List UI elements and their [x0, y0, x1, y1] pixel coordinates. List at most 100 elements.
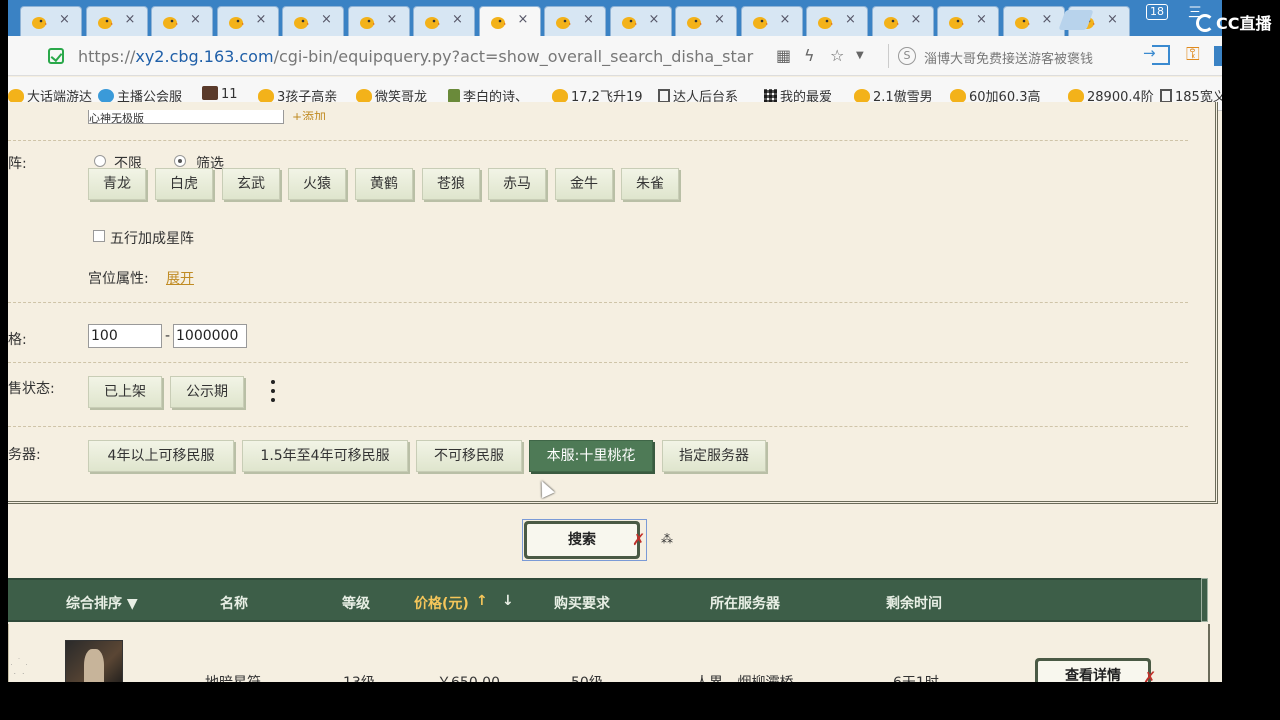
browser-tab[interactable]: ×	[216, 6, 279, 36]
star-button-canglang[interactable]: 苍狼	[422, 168, 480, 200]
close-x-icon: ✗	[1143, 668, 1157, 682]
star-icon[interactable]: ☆	[830, 46, 844, 65]
lightning-icon[interactable]: ϟ	[804, 46, 815, 65]
tab-close-icon[interactable]: ×	[256, 12, 267, 27]
url-scheme: https://	[78, 47, 136, 66]
tab-close-icon[interactable]: ×	[387, 12, 398, 27]
tab-close-icon[interactable]: ×	[321, 12, 332, 27]
star-button-chima[interactable]: 赤马	[488, 168, 546, 200]
browser-tab[interactable]: ×	[937, 6, 999, 36]
radio-filter[interactable]	[174, 155, 186, 167]
browser-tab[interactable]: ×	[478, 6, 541, 37]
status-button-preview[interactable]: 公示期	[170, 376, 244, 408]
tab-close-icon[interactable]: ×	[190, 12, 201, 27]
wuxing-checkbox[interactable]	[93, 230, 105, 242]
search-button[interactable]: 搜索	[524, 521, 640, 559]
browser-tab[interactable]: ×	[1002, 6, 1065, 36]
palace-expand-link[interactable]: 展开	[166, 268, 194, 288]
chick-favicon-icon	[424, 14, 440, 30]
browser-tab[interactable]: ×	[413, 6, 475, 36]
chevron-down-icon[interactable]: ▼	[856, 50, 864, 61]
login-icon[interactable]	[1143, 44, 1170, 65]
tab-close-icon[interactable]: ×	[583, 12, 594, 27]
browser-tab[interactable]: ×	[544, 6, 606, 36]
tab-close-icon[interactable]: ×	[59, 12, 70, 27]
close-x-icon: ✗	[632, 530, 646, 549]
browser-tab[interactable]: ×	[347, 6, 410, 36]
item-thumbnail[interactable]	[65, 640, 123, 682]
server-button-no-migrate[interactable]: 不可移民服	[416, 440, 522, 472]
chick-favicon-icon	[883, 14, 899, 30]
browser-tab[interactable]: ×	[806, 6, 868, 36]
top-add-link[interactable]: +添加	[292, 108, 326, 120]
server-button-1-5-to-4years[interactable]: 1.5年至4年可移民服	[242, 440, 408, 472]
secure-shield-icon	[48, 48, 64, 64]
tab-close-icon[interactable]: ×	[1042, 12, 1053, 27]
tab-close-icon[interactable]: ×	[125, 12, 136, 27]
address-bar: https://xy2.cbg.163.com/cgi-bin/equipque…	[8, 36, 1222, 76]
tab-close-icon[interactable]: ×	[518, 12, 529, 27]
price-range-dash: -	[165, 328, 171, 344]
star-button-jinniu[interactable]: 金牛	[555, 168, 613, 200]
row-name[interactable]: 地暗星符	[205, 672, 261, 682]
tab-close-icon[interactable]: ×	[714, 12, 725, 27]
server-button-specified[interactable]: 指定服务器	[662, 440, 766, 472]
chick-favicon-icon	[359, 14, 375, 30]
header-sort[interactable]: 综合排序 ▼	[66, 593, 138, 613]
price-min-input[interactable]: 100	[88, 324, 162, 348]
favorite-star-icon[interactable]	[11, 658, 27, 674]
star-button-baihu[interactable]: 白虎	[155, 168, 213, 200]
browser-tab[interactable]: ×	[151, 6, 213, 36]
cc-ring-icon	[1196, 14, 1214, 32]
search-input[interactable]: 淄博大哥免费接送游客被褒钱	[924, 48, 1102, 67]
header-level: 等级	[342, 596, 370, 612]
tab-close-icon[interactable]: ×	[1107, 12, 1118, 27]
bookmark-page-icon	[658, 89, 670, 103]
qr-grid-icon[interactable]: ▦	[776, 46, 791, 65]
url-field[interactable]: https://xy2.cbg.163.com/cgi-bin/equipque…	[78, 47, 753, 66]
browser-tab[interactable]: ×	[85, 6, 148, 36]
status-button-listed[interactable]: 已上架	[88, 376, 162, 408]
row-price: ￥650.00	[437, 672, 500, 682]
price-sort-down-icon[interactable]: ↓	[502, 593, 514, 609]
tab-close-icon[interactable]: ×	[845, 12, 856, 27]
server-button-4years[interactable]: 4年以上可移民服	[88, 440, 234, 472]
browser-tab[interactable]: ×	[675, 6, 737, 36]
price-max-input[interactable]: 1000000	[173, 324, 247, 348]
tab-count-badge[interactable]: 18	[1146, 4, 1168, 20]
bookmark-item[interactable]: 11	[202, 86, 238, 102]
radio-unlimited[interactable]	[94, 155, 106, 167]
page-content: 心神无极版 +添加 阵: 不限 筛选 青龙 白虎 玄武 火猿 黄鹤 苍狼 赤马 …	[8, 102, 1222, 682]
header-price[interactable]: 价格(元)	[414, 593, 469, 613]
tab-close-icon[interactable]: ×	[911, 12, 922, 27]
star-button-huanghe[interactable]: 黄鹤	[355, 168, 413, 200]
browser-tab[interactable]: ×	[740, 6, 803, 36]
top-select[interactable]: 心神无极版	[88, 110, 284, 124]
view-details-button[interactable]: 查看详情	[1035, 658, 1151, 682]
key-icon[interactable]: ⚿	[1186, 44, 1200, 65]
tab-close-icon[interactable]: ×	[780, 12, 791, 27]
sogou-search-icon[interactable]: S	[898, 47, 916, 65]
browser-tab[interactable]: ×	[609, 6, 672, 36]
tab-close-icon[interactable]: ×	[452, 12, 463, 27]
star-button-huoyuan[interactable]: 火猿	[288, 168, 346, 200]
more-vertical-icon[interactable]	[270, 380, 276, 406]
bookmark-tree-icon	[448, 89, 460, 103]
browser-tab[interactable]: ×	[282, 6, 344, 36]
tab-close-icon[interactable]: ×	[976, 12, 987, 27]
price-sort-up-icon[interactable]: ↑	[476, 593, 488, 609]
url-host: xy2.cbg.163.com	[135, 47, 274, 66]
divider	[8, 140, 1188, 141]
server-button-current[interactable]: 本服:十里桃花	[529, 440, 653, 472]
chick-favicon-icon	[228, 14, 244, 30]
star-button-xuanwu[interactable]: 玄武	[222, 168, 280, 200]
browser-tab[interactable]: ×	[871, 6, 934, 36]
star-button-qinglong[interactable]: 青龙	[88, 168, 146, 200]
extension-icon[interactable]	[1214, 46, 1222, 66]
tab-close-icon[interactable]: ×	[649, 12, 660, 27]
bookmark-chick-icon	[356, 89, 372, 103]
star-button-zhuque[interactable]: 朱雀	[621, 168, 679, 200]
browser-tab[interactable]: ×	[20, 6, 82, 36]
bookmark-grid-icon	[764, 89, 777, 103]
divider	[8, 362, 1188, 363]
